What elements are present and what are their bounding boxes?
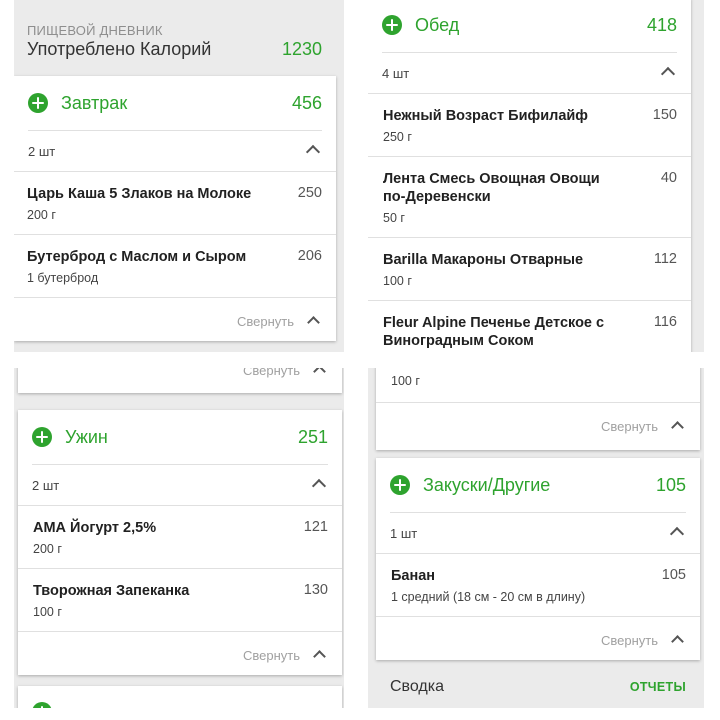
collapse-label: Свернуть <box>600 419 658 434</box>
food-item[interactable]: Barilla Макароны Отварные 112 100 г <box>368 237 691 300</box>
add-food-icon[interactable] <box>390 475 410 495</box>
meal-name: Ужин <box>65 427 108 447</box>
item-count: 2 шт <box>28 144 56 159</box>
chevron-up-icon <box>671 635 684 648</box>
food-item[interactable]: Творожная Запеканка 130 100 г <box>18 568 342 631</box>
food-name: Банан <box>391 568 436 584</box>
food-calories: 150 <box>652 107 677 123</box>
collapse-button[interactable]: Свернуть <box>14 297 336 344</box>
panel-snacks: 100 г Свернуть Закуски/Другие 105 1 шт Б… <box>368 368 704 708</box>
food-item[interactable]: Fleur Alpine Печенье Детское с Виноградн… <box>368 300 691 352</box>
meal-calories: 105 <box>655 475 686 495</box>
collapse-label: Свернуть <box>242 368 300 378</box>
reports-link[interactable]: ОТЧЕТЫ <box>630 680 686 694</box>
diary-header: ПИЩЕВОЙ ДНЕВНИК Употреблено Калорий 1230 <box>14 0 344 74</box>
food-calories: 40 <box>660 170 677 186</box>
collapse-button[interactable]: Свернуть <box>18 631 342 678</box>
food-name: Творожная Запеканка <box>33 583 190 599</box>
chevron-up-icon <box>313 368 326 378</box>
meal-card-lunch: Обед 418 4 шт Нежный Возраст Бифилайф 15… <box>368 0 691 352</box>
chevron-up-icon[interactable] <box>669 526 685 542</box>
chevron-up-icon[interactable] <box>305 144 321 160</box>
food-item[interactable]: Бутерброд с Маслом и Сыром 206 1 бутербр… <box>14 234 336 297</box>
food-calories: 105 <box>661 567 686 583</box>
meal-header-snacks[interactable]: Закуски/Другие 105 <box>376 458 700 512</box>
chevron-up-icon[interactable] <box>311 478 327 494</box>
panel-lunch: Обед 418 4 шт Нежный Возраст Бифилайф 15… <box>368 0 704 352</box>
chevron-up-icon <box>313 650 326 663</box>
item-count: 4 шт <box>382 66 410 81</box>
food-name: Бутерброд с Маслом и Сыром <box>27 249 247 265</box>
food-name: Fleur Alpine Печенье Детское с Виноградн… <box>383 315 605 349</box>
item-count-row[interactable]: 2 шт <box>32 464 328 505</box>
item-count-row[interactable]: 2 шт <box>28 130 322 171</box>
food-item[interactable]: Царь Каша 5 Злаков на Молоке 250 200 г <box>14 171 336 234</box>
panel-dinner: Свернуть Ужин 251 2 шт АМА Йогурт 2,5% 1… <box>14 368 344 708</box>
meal-card-tail: Свернуть <box>18 368 342 393</box>
collapse-button[interactable]: Свернуть <box>376 616 700 663</box>
add-food-icon[interactable] <box>382 15 402 35</box>
add-food-icon[interactable] <box>32 427 52 447</box>
summary-bar: Сводка ОТЧЕТЫ <box>368 667 704 708</box>
item-count: 2 шт <box>32 478 60 493</box>
chevron-up-icon <box>307 316 320 329</box>
add-food-icon[interactable] <box>28 93 48 113</box>
meal-header-dinner[interactable]: Ужин 251 <box>18 410 342 464</box>
food-calories: 250 <box>297 185 322 201</box>
food-serving: 1 средний (18 см - 20 см в длину) <box>391 590 586 604</box>
item-count-row[interactable]: 1 шт <box>390 512 686 553</box>
meal-card-snacks: Закуски/Другие 105 1 шт Банан 105 1 сред… <box>376 458 700 660</box>
collapse-label: Свернуть <box>600 633 658 648</box>
food-calories: 121 <box>303 519 328 535</box>
food-calories: 130 <box>303 582 328 598</box>
food-serving: 100 г <box>33 605 62 619</box>
food-name: Нежный Возраст Бифилайф <box>383 108 588 124</box>
panel-breakfast: ПИЩЕВОЙ ДНЕВНИК Употреблено Калорий 1230… <box>14 0 344 352</box>
chevron-up-icon[interactable] <box>660 66 676 82</box>
food-calories: 112 <box>653 251 677 267</box>
food-serving: 200 г <box>33 542 62 556</box>
meal-calories: 418 <box>646 15 677 35</box>
food-name: Лента Смесь Овощная Овощи по-Деревенски <box>383 171 600 205</box>
item-count-row[interactable]: 4 шт <box>382 52 677 93</box>
meal-card-next <box>18 686 342 708</box>
meal-name: Закуски/Другие <box>423 475 551 495</box>
chevron-up-icon <box>671 421 684 434</box>
meal-header-lunch[interactable]: Обед 418 <box>368 0 691 52</box>
food-name: Царь Каша 5 Злаков на Молоке <box>27 186 252 202</box>
food-item[interactable]: Нежный Возраст Бифилайф 150 250 г <box>368 93 691 156</box>
food-serving: 250 г <box>383 130 412 144</box>
add-food-icon[interactable] <box>32 702 52 708</box>
meal-calories: 251 <box>297 427 328 447</box>
food-serving: 50 г <box>383 211 405 225</box>
food-calories: 206 <box>297 248 322 264</box>
food-item[interactable]: АМА Йогурт 2,5% 121 200 г <box>18 505 342 568</box>
item-count: 1 шт <box>390 526 418 541</box>
food-serving: 200 г <box>27 208 56 222</box>
food-calories: 116 <box>653 314 677 330</box>
calories-consumed-label: Употреблено Калорий <box>27 39 212 59</box>
meal-card-dinner: Ужин 251 2 шт АМА Йогурт 2,5% 121 200 г … <box>18 410 342 675</box>
food-item[interactable]: Банан 105 1 средний (18 см - 20 см в дли… <box>376 553 700 616</box>
food-name: АМА Йогурт 2,5% <box>33 520 157 536</box>
collapse-label: Свернуть <box>242 648 300 663</box>
collapse-button[interactable]: Свернуть <box>376 402 700 449</box>
collapse-button[interactable]: Свернуть <box>18 368 342 393</box>
meal-card-lunch-tail: 100 г Свернуть <box>376 368 700 450</box>
meal-name: Обед <box>415 15 460 35</box>
food-serving: 100 г <box>391 374 420 388</box>
collapse-label: Свернуть <box>236 314 294 329</box>
meal-header-breakfast[interactable]: Завтрак 456 <box>14 76 336 130</box>
diary-kicker: ПИЩЕВОЙ ДНЕВНИК <box>27 23 163 38</box>
meal-calories: 456 <box>291 93 322 113</box>
food-serving: 1 бутерброд <box>27 271 99 285</box>
food-item[interactable]: Лента Смесь Овощная Овощи по-Деревенски … <box>368 156 691 237</box>
food-serving: 100 г <box>383 274 412 288</box>
food-name: Barilla Макароны Отварные <box>383 252 584 268</box>
meal-card-breakfast: Завтрак 456 2 шт Царь Каша 5 Злаков на М… <box>14 76 336 341</box>
meal-name: Завтрак <box>61 93 128 113</box>
summary-label: Сводка <box>390 678 445 695</box>
calories-consumed-total: 1230 <box>281 39 322 59</box>
